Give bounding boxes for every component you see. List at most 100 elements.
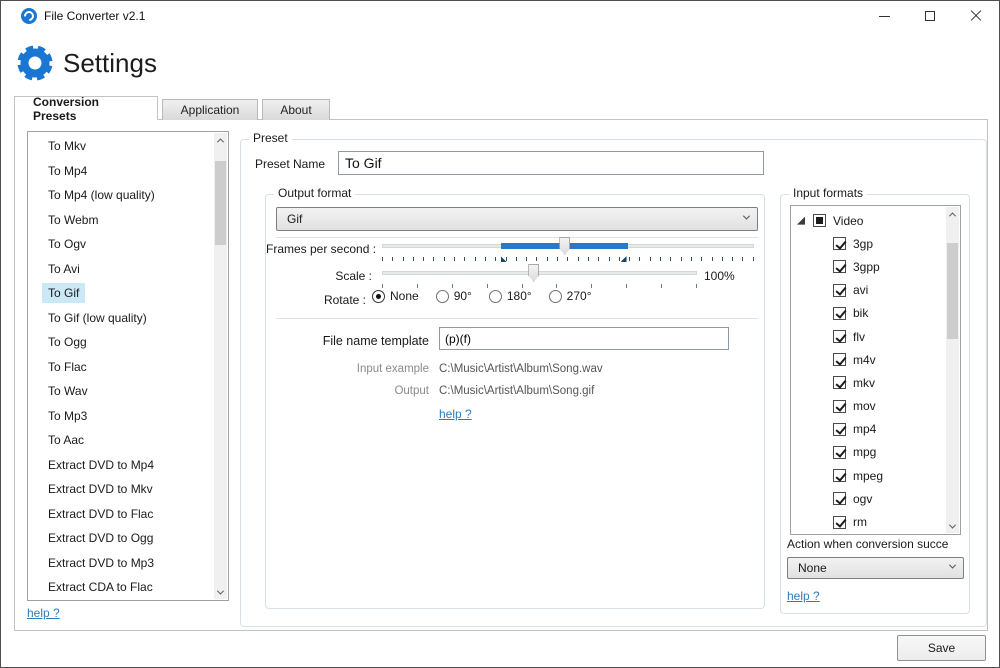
close-icon (970, 10, 982, 22)
format-item[interactable]: bik (791, 302, 945, 325)
list-item-label: To Mkv (42, 136, 92, 156)
format-item[interactable]: rm (791, 510, 945, 533)
list-item[interactable]: To Mp4 (low quality) (28, 183, 214, 208)
conversion-action-select[interactable]: None (787, 557, 964, 579)
format-item[interactable]: mkv (791, 371, 945, 394)
video-checkbox[interactable] (813, 214, 826, 227)
format-item[interactable]: mov (791, 395, 945, 418)
format-item[interactable]: m4v (791, 348, 945, 371)
checkbox-icon[interactable] (833, 260, 846, 273)
tick-mark (417, 284, 418, 288)
filename-template-input[interactable] (439, 327, 729, 350)
tree-scrollbar[interactable] (946, 207, 959, 533)
format-category-label: Video (833, 214, 863, 228)
rotate-option[interactable]: None (372, 289, 419, 303)
list-item-label: To Mp4 (low quality) (42, 185, 161, 205)
tick-mark (732, 257, 733, 261)
preset-name-input[interactable] (338, 151, 764, 175)
format-item-label: 3gpp (853, 260, 880, 274)
list-item[interactable]: Extract CDA to Flac (28, 575, 214, 600)
presets-help-link[interactable]: help ? (27, 606, 60, 620)
rotate-option[interactable]: 270° (549, 289, 592, 303)
checkbox-icon[interactable] (833, 353, 846, 366)
list-item[interactable]: Extract DVD to Flac (28, 502, 214, 527)
list-item[interactable]: To Gif (28, 281, 214, 306)
checkbox-icon[interactable] (833, 307, 846, 320)
list-item[interactable]: To Mkv (28, 134, 214, 159)
checkbox-icon[interactable] (833, 330, 846, 343)
scale-slider[interactable] (382, 264, 697, 282)
format-item[interactable]: mp4 (791, 418, 945, 441)
checkbox-icon[interactable] (833, 284, 846, 297)
tab-application[interactable]: Application (162, 99, 258, 120)
tick-mark (670, 257, 671, 261)
tick-mark (742, 257, 743, 261)
list-item-label: To Flac (42, 357, 93, 377)
scrollbar-thumb[interactable] (947, 243, 958, 339)
fps-slider[interactable] (382, 237, 754, 255)
input-formats-help-link[interactable]: help ? (787, 589, 820, 603)
preset-list-scrollbar[interactable] (214, 133, 227, 599)
tick-mark (588, 257, 589, 261)
maximize-button[interactable] (907, 1, 953, 31)
checkbox-icon[interactable] (833, 423, 846, 436)
list-item[interactable]: To Avi (28, 257, 214, 282)
settings-header: Settings (1, 37, 999, 93)
format-item[interactable]: 3gpp (791, 255, 945, 278)
filename-help-link[interactable]: help ? (439, 407, 472, 421)
scroll-up-icon[interactable] (946, 207, 959, 221)
save-button[interactable]: Save (897, 635, 986, 661)
format-item[interactable]: mpg (791, 441, 945, 464)
format-item[interactable]: avi (791, 279, 945, 302)
checkbox-icon[interactable] (833, 492, 846, 505)
list-item[interactable]: To Flac (28, 355, 214, 380)
list-item[interactable]: To Aac (28, 428, 214, 453)
scroll-up-icon[interactable] (214, 133, 227, 147)
minimize-button[interactable] (861, 1, 907, 31)
format-item[interactable]: mpeg (791, 464, 945, 487)
fps-slider-thumb[interactable] (559, 237, 570, 255)
format-item-label: avi (853, 283, 868, 297)
list-item[interactable]: To Gif (low quality) (28, 306, 214, 331)
checkbox-icon[interactable] (833, 446, 846, 459)
scale-slider-track[interactable] (382, 271, 697, 275)
tick-mark (433, 257, 434, 261)
rotate-label: Rotate : (266, 293, 366, 307)
list-item[interactable]: To Wav (28, 379, 214, 404)
rotate-option[interactable]: 180° (489, 289, 532, 303)
list-item[interactable]: Extract DVD to Mkv (28, 477, 214, 502)
list-item[interactable]: To Ogg (28, 330, 214, 355)
chevron-down-icon (743, 213, 750, 220)
rotate-option[interactable]: 90° (436, 289, 472, 303)
format-item[interactable]: 3gp (791, 232, 945, 255)
format-item-label: flv (853, 330, 865, 344)
format-tree-rows: Video 3gp 3gpp avi bik flv m4vmkvmovmp4mpgmpe… (791, 209, 945, 534)
checkbox-icon[interactable] (833, 400, 846, 413)
format-item[interactable]: flv (791, 325, 945, 348)
checkbox-icon[interactable] (833, 237, 846, 250)
tab-conversion-presets[interactable]: Conversion Presets (14, 96, 158, 120)
list-item[interactable]: To Ogv (28, 232, 214, 257)
format-item[interactable]: ogv (791, 487, 945, 510)
preset-group-label: Preset (249, 131, 292, 145)
scrollbar-thumb[interactable] (215, 161, 226, 245)
list-item[interactable]: Extract DVD to Ogg (28, 526, 214, 551)
preset-list: To MkvTo Mp4To Mp4 (low quality)To WebmT… (27, 131, 229, 601)
list-item[interactable]: Extract DVD to Mp4 (28, 453, 214, 478)
list-item[interactable]: Extract DVD to Mp3 (28, 551, 214, 576)
expander-icon[interactable] (797, 217, 805, 225)
list-item[interactable]: To Mp3 (28, 404, 214, 429)
format-category-video[interactable]: Video (791, 209, 945, 232)
list-item[interactable]: To Webm (28, 208, 214, 233)
checkbox-icon[interactable] (833, 469, 846, 482)
checkbox-icon[interactable] (833, 516, 846, 529)
scroll-down-icon[interactable] (946, 519, 959, 533)
list-item[interactable]: To Mp4 (28, 159, 214, 184)
scroll-down-icon[interactable] (214, 585, 227, 599)
tab-about[interactable]: About (262, 99, 330, 120)
close-button[interactable] (953, 1, 999, 31)
output-example-value: C:\Music\Artist\Album\Song.gif (439, 385, 594, 397)
checkbox-icon[interactable] (833, 376, 846, 389)
scale-slider-thumb[interactable] (528, 264, 539, 282)
output-format-select[interactable]: Gif (276, 207, 758, 231)
